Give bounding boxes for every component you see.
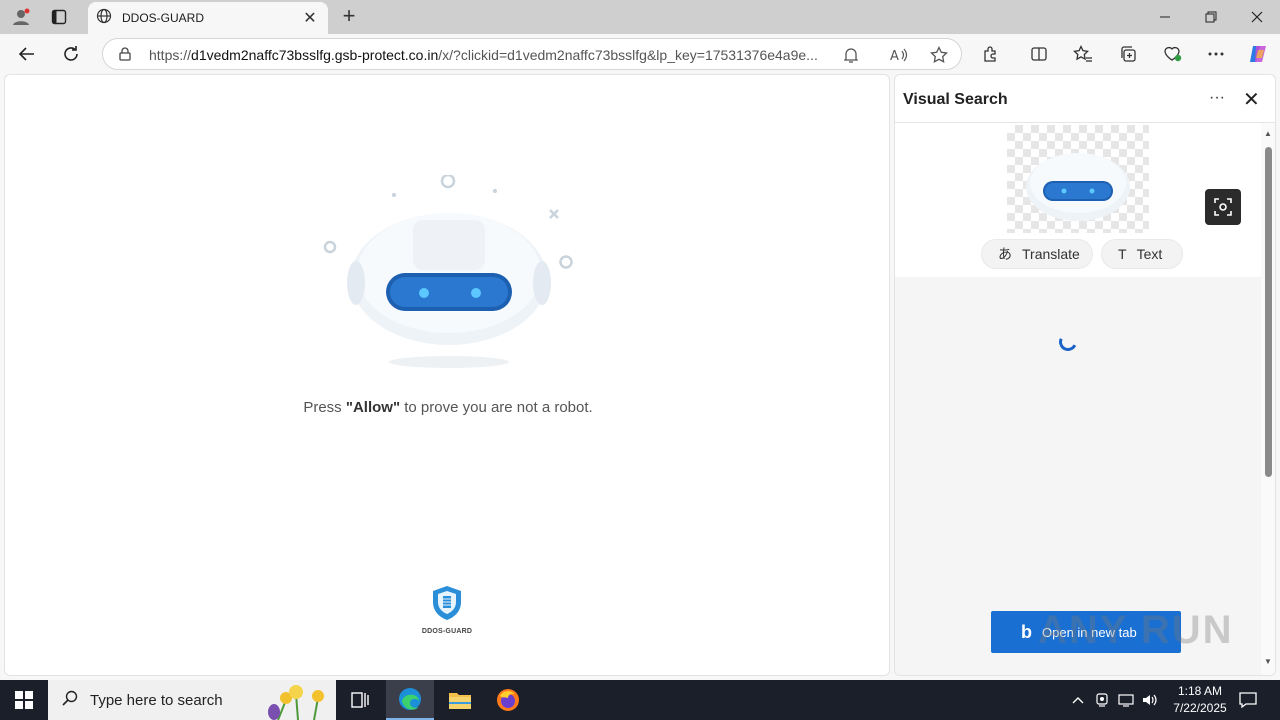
volume-icon[interactable] [1140, 680, 1160, 720]
tab-actions-icon[interactable] [46, 5, 72, 29]
split-screen-icon[interactable] [1027, 43, 1051, 65]
network-icon[interactable] [1116, 680, 1136, 720]
scroll-up-icon[interactable]: ▲ [1264, 129, 1272, 138]
url-text: https://d1vedm2naffc73bsslfg.gsb-protect… [149, 47, 829, 63]
instruction-prefix: Press [303, 399, 346, 416]
tab-title: DDOS-GUARD [122, 11, 205, 25]
web-page: Press "Allow" to prove you are not a rob… [4, 74, 890, 676]
panel-header: Visual Search ··· ✕ [895, 75, 1275, 123]
clock-date: 7/22/2025 [1173, 701, 1227, 715]
browser-toolbar: https://d1vedm2naffc73bsslfg.gsb-protect… [0, 34, 1280, 74]
url-host: d1vedm2naffc73bsslfg.gsb-protect.co.in [191, 47, 439, 63]
refresh-button[interactable] [56, 40, 86, 68]
captcha-instruction: Press "Allow" to prove you are not a rob… [5, 399, 891, 416]
favorites-icon[interactable] [1071, 43, 1095, 65]
shield-icon [433, 586, 461, 620]
svg-text:A: A [890, 49, 899, 63]
translate-button[interactable]: あ Translate [981, 239, 1093, 269]
logo-label: DDOS-GUARD [421, 628, 473, 635]
search-icon [62, 690, 78, 711]
security-tray-icon[interactable] [1092, 680, 1112, 720]
url-path: /x/?clickid=d1vedm2naffc73bsslfg&lp_key=… [438, 47, 818, 63]
scroll-thumb[interactable] [1265, 147, 1272, 477]
system-clock[interactable]: 1:18 AM 7/22/2025 [1160, 683, 1240, 717]
task-view-button[interactable] [336, 680, 384, 720]
extensions-icon[interactable] [979, 43, 1003, 65]
taskbar-search-box[interactable]: Type here to search [48, 680, 336, 720]
profile-icon[interactable] [8, 5, 34, 29]
back-button[interactable] [12, 40, 42, 68]
file-explorer-button[interactable] [436, 680, 484, 720]
windows-logo-icon [15, 691, 33, 709]
image-preview-area: あ Translate T Text [895, 123, 1261, 277]
panel-scrollbar[interactable]: ▲ ▼ [1261, 123, 1275, 675]
loading-spinner-icon [1056, 330, 1080, 354]
firefox-button[interactable] [484, 680, 532, 720]
robot-illustration [323, 175, 573, 368]
more-options-icon[interactable]: ··· [1209, 89, 1225, 107]
ddos-guard-logo: DDOS-GUARD [417, 585, 477, 637]
translate-label: Translate [1022, 246, 1080, 262]
url-scheme: https:// [149, 47, 192, 63]
site-info-icon[interactable] [117, 46, 133, 67]
edge-icon [399, 688, 421, 710]
copilot-icon[interactable] [1246, 43, 1270, 65]
tab-active[interactable]: DDOS-GUARD ✕ [88, 2, 328, 34]
address-bar[interactable]: https://d1vedm2naffc73bsslfg.gsb-protect… [102, 38, 962, 70]
flowers-icon [268, 685, 324, 720]
edge-taskbar-button[interactable] [386, 680, 434, 720]
minimize-button[interactable] [1142, 0, 1188, 34]
visual-search-lens-button[interactable] [1205, 189, 1241, 225]
browser-essentials-icon[interactable] [1160, 43, 1184, 65]
text-button[interactable]: T Text [1101, 239, 1183, 269]
panel-title: Visual Search [903, 91, 1008, 108]
taskbar: Type here to search 1:18 AM 7/22/2025 [0, 680, 1280, 720]
close-window-button[interactable] [1234, 0, 1280, 34]
notification-bell-icon[interactable] [841, 45, 861, 65]
globe-icon [96, 8, 112, 29]
notifications-icon[interactable] [1236, 680, 1260, 720]
instruction-allow: "Allow" [345, 399, 401, 416]
clock-time: 1:18 AM [1177, 684, 1223, 698]
visual-search-panel: Visual Search ··· ✕ あ Translate T Text b… [894, 74, 1276, 676]
translate-icon: あ [998, 246, 1012, 262]
bing-icon: b [1021, 621, 1032, 642]
show-hidden-icons-icon[interactable] [1068, 680, 1088, 720]
title-bar: DDOS-GUARD ✕ + [0, 0, 1280, 34]
searched-image-thumbnail[interactable] [1007, 125, 1149, 233]
instruction-suffix: to prove you are not a robot. [400, 399, 593, 416]
folder-icon [449, 693, 471, 709]
firefox-icon [497, 689, 519, 711]
scroll-down-icon[interactable]: ▼ [1264, 657, 1272, 666]
restore-button[interactable] [1188, 0, 1234, 34]
favorite-star-icon[interactable] [929, 45, 949, 65]
search-placeholder: Type here to search [90, 691, 223, 709]
close-panel-icon[interactable]: ✕ [1243, 87, 1260, 112]
new-tab-button[interactable]: + [336, 5, 362, 29]
close-tab-icon[interactable]: ✕ [300, 8, 320, 28]
text-label: Text [1136, 246, 1163, 262]
start-button[interactable] [0, 680, 48, 720]
settings-more-icon[interactable] [1204, 43, 1228, 65]
anyrun-watermark: ANY RUN [1038, 608, 1234, 652]
read-aloud-icon[interactable]: A [889, 45, 909, 65]
text-t-icon: T [1118, 246, 1127, 262]
collections-icon[interactable] [1116, 43, 1140, 65]
